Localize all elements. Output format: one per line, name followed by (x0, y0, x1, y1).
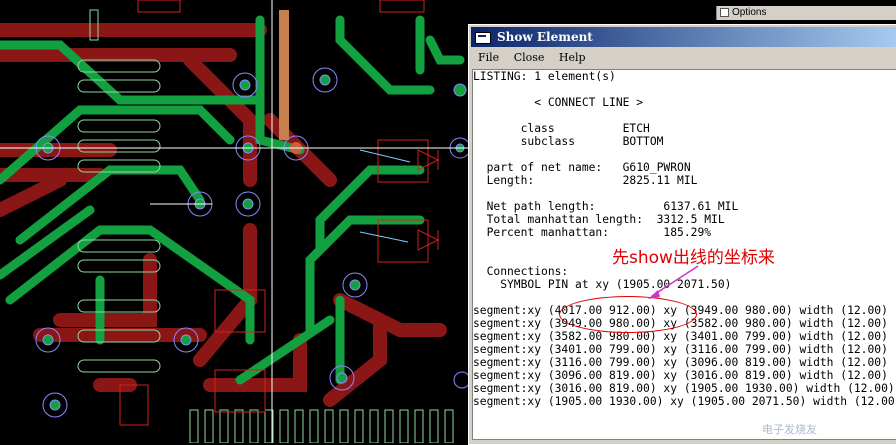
menu-file[interactable]: File (478, 51, 499, 64)
watermark-text: 电子发烧友 (762, 423, 817, 436)
segment-line: segment:xy (3016.00 819.00) xy (1905.00 … (473, 382, 895, 395)
listing-line (473, 187, 896, 200)
listing-line (473, 148, 896, 161)
listing-line: Length: 2825.11 MIL (473, 174, 698, 187)
menu-help[interactable]: Help (559, 51, 586, 64)
window-icon (475, 31, 491, 44)
listing-line (473, 83, 896, 96)
options-label: Options (732, 7, 767, 18)
segment-line: segment:xy (3401.00 799.00) xy (3116.00 … (473, 343, 888, 356)
listing-line: LISTING: 1 element(s) (473, 70, 616, 83)
listing-line: subclass BOTTOM (473, 135, 664, 148)
red-traces (0, 23, 447, 407)
annotation-text: 先show出线的坐标来 (612, 248, 775, 268)
options-bar[interactable]: Options (716, 6, 896, 20)
menu-close[interactable]: Close (514, 51, 545, 64)
listing-line (473, 109, 896, 122)
diode-symbols (417, 149, 440, 251)
segment-line: segment:xy (3116.00 799.00) xy (3096.00 … (473, 356, 888, 369)
listing-line: part of net name: G610_PWRON (473, 161, 691, 174)
listing-line: < CONNECT LINE > (473, 96, 644, 109)
arrow-icon (648, 265, 699, 299)
checkbox-icon[interactable] (720, 7, 729, 17)
listing-line: Net path length: 6137.61 MIL (473, 200, 739, 213)
segment-line: segment:xy (3096.00 819.00) xy (3016.00 … (473, 369, 888, 382)
ratsnest (359, 149, 411, 243)
show-element-window[interactable]: Show Element File Close Help LISTING: 1 … (468, 24, 896, 445)
segment-line: segment:xy (1905.00 1930.00) xy (1905.00… (473, 395, 896, 408)
menu-bar: File Close Help (471, 49, 896, 67)
segment-line: segment:xy (3582.00 980.00) xy (3401.00 … (473, 330, 888, 343)
listing-line: Total manhattan length: 3312.5 MIL (473, 213, 725, 226)
window-titlebar[interactable]: Show Element (471, 27, 896, 47)
listing-line: class ETCH (473, 122, 650, 135)
listing-line: Percent manhattan: 185.29% (473, 226, 712, 239)
window-title: Show Element (497, 30, 593, 44)
